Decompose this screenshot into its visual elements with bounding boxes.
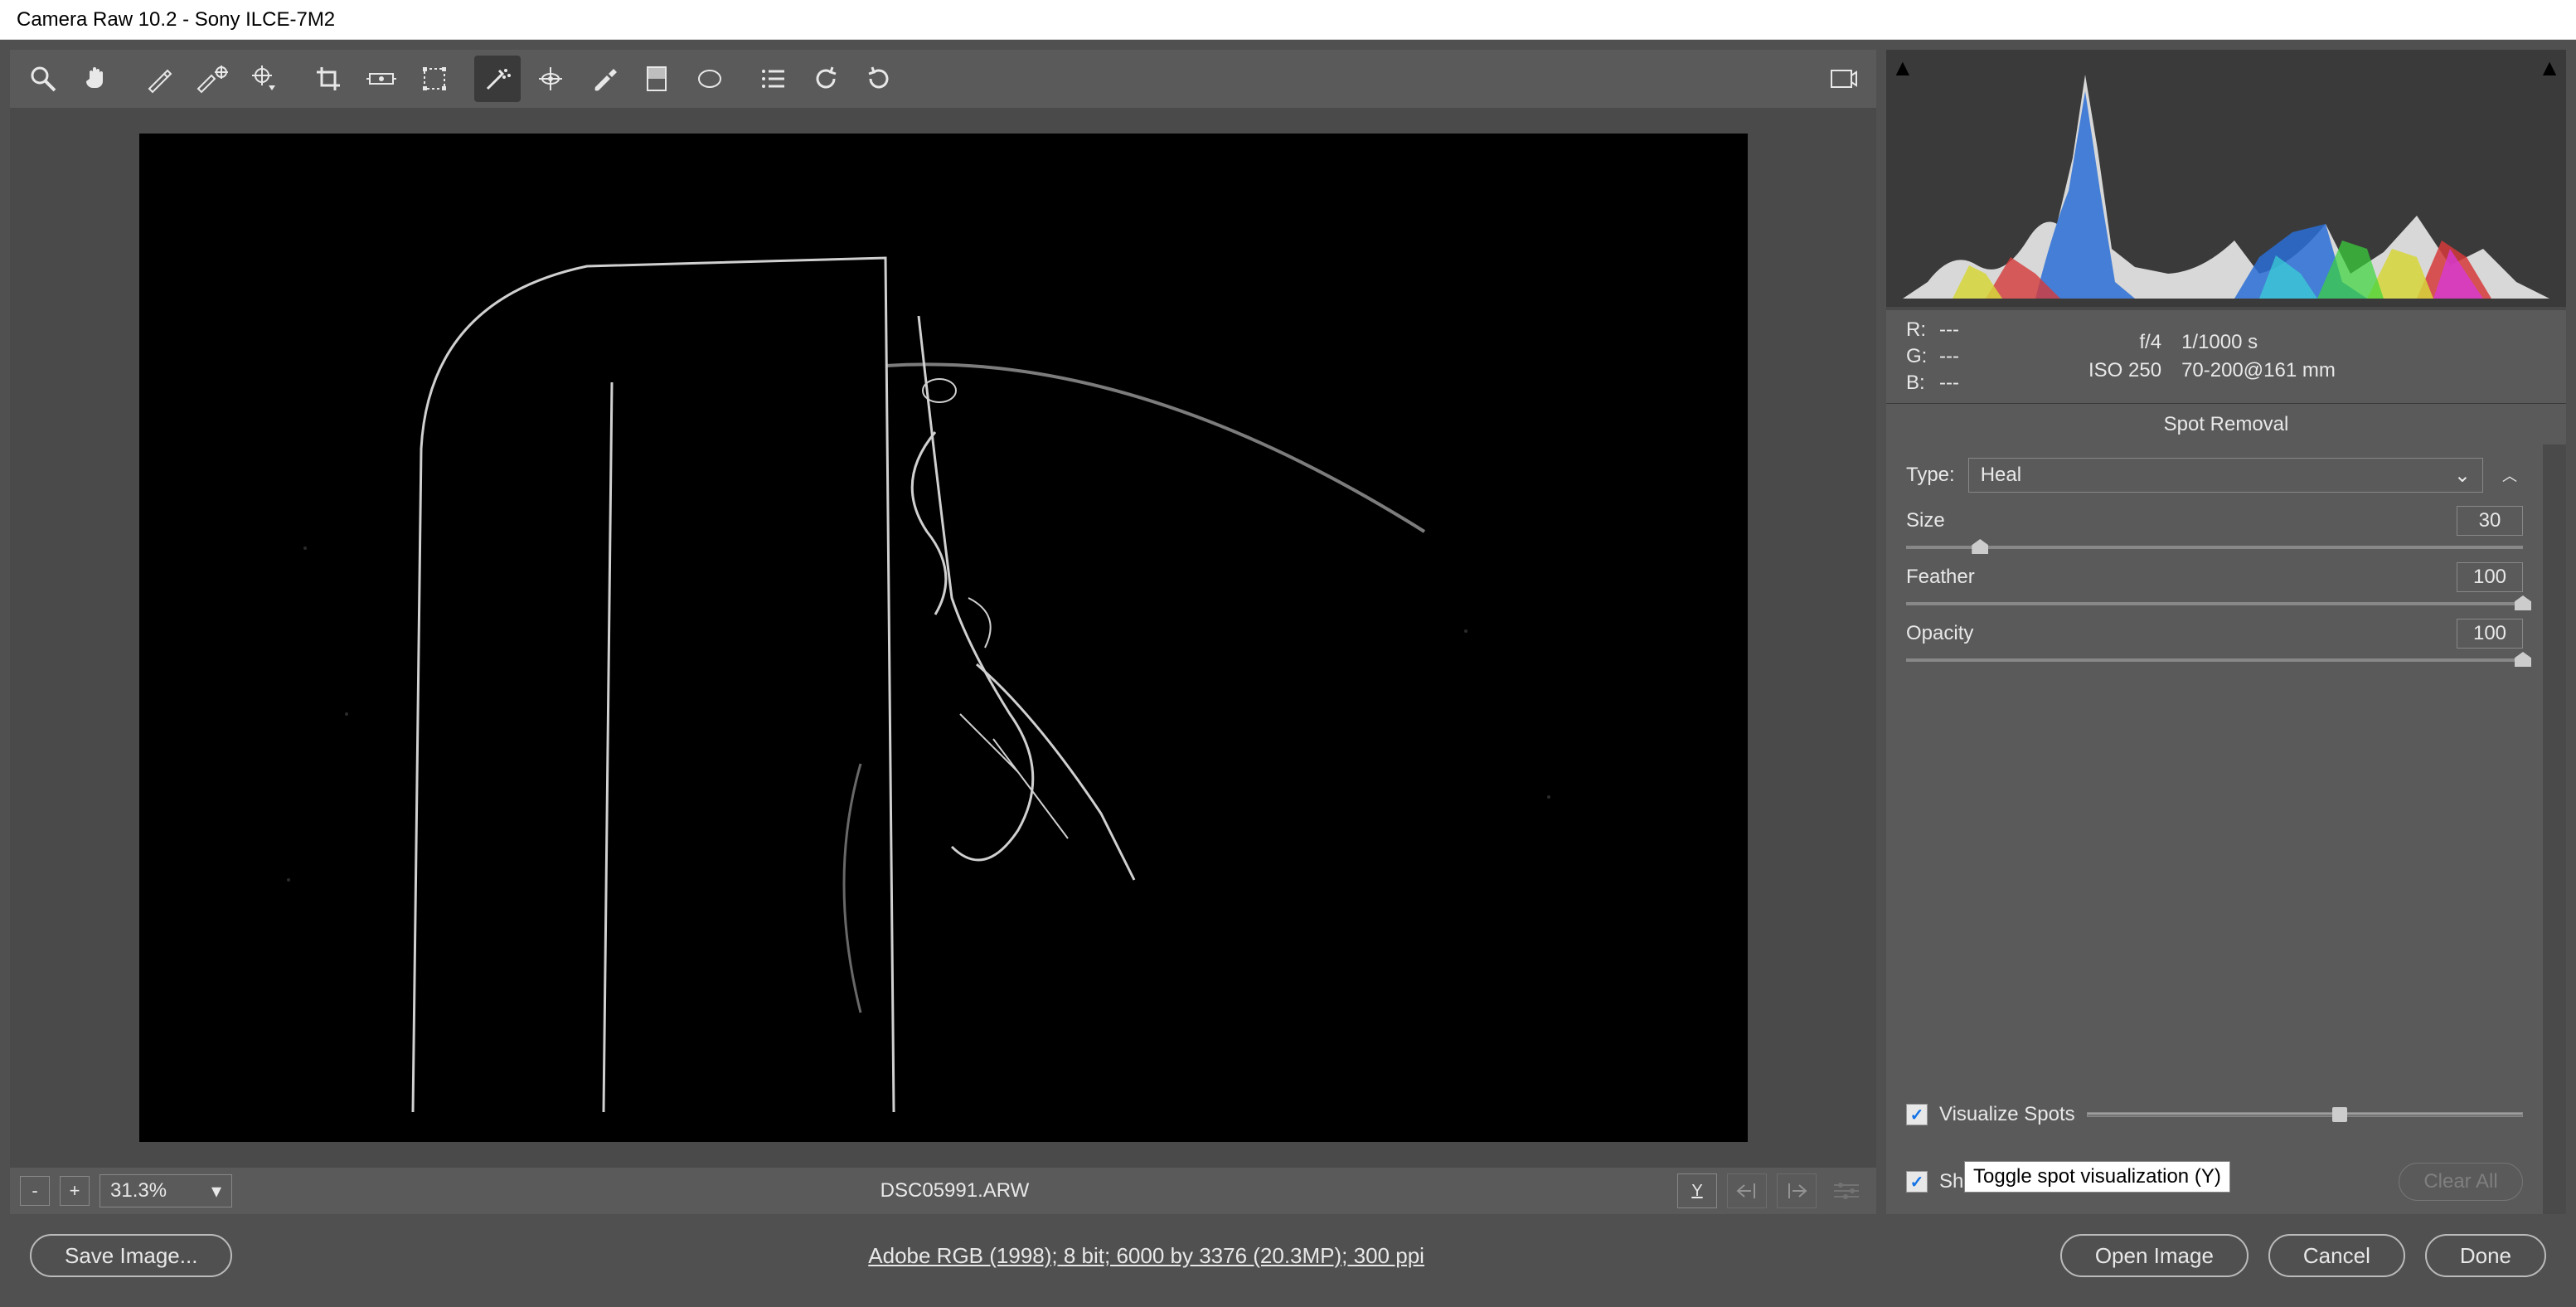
aperture-value: f/4 — [2088, 331, 2161, 354]
feather-slider[interactable] — [1906, 602, 2523, 605]
visualize-spots-checkbox[interactable]: ✓ — [1906, 1104, 1928, 1125]
histogram[interactable]: ▲ ▲ — [1886, 50, 2566, 307]
lens-value: 70-200@161 mm — [2181, 359, 2336, 382]
workarea: - + 31.3% ▾ DSC05991.ARW Y ▲ ▲ — [10, 50, 2566, 1214]
plus-icon: + — [70, 1180, 80, 1202]
filename-label: DSC05991.ARW — [242, 1179, 1667, 1203]
r-label: R: — [1906, 318, 1939, 342]
right-pane: ▲ ▲ — [1886, 50, 2566, 1214]
adjustment-brush-tool[interactable] — [580, 56, 627, 102]
visualize-threshold-slider[interactable] — [2087, 1112, 2523, 1117]
type-label: Type: — [1906, 464, 1955, 487]
zoom-in-button[interactable]: + — [60, 1176, 90, 1206]
workflow-options-link[interactable]: Adobe RGB (1998); 8 bit; 6000 by 3376 (2… — [868, 1243, 1424, 1268]
crop-tool[interactable] — [305, 56, 352, 102]
opacity-input[interactable]: 100 — [2457, 619, 2523, 649]
target-adjust-tool[interactable] — [242, 56, 289, 102]
highlight-clip-icon[interactable]: ▲ — [2538, 55, 2561, 81]
canvas-area — [10, 108, 1876, 1168]
visualize-shortcut-button[interactable]: Y — [1677, 1173, 1717, 1208]
settings-sliders-button[interactable] — [1826, 1173, 1866, 1208]
opacity-slider[interactable] — [1906, 658, 2523, 662]
red-eye-tool[interactable] — [527, 56, 574, 102]
size-slider-group: Size 30 — [1906, 506, 2523, 549]
presets-tool[interactable] — [750, 56, 796, 102]
image-preview[interactable] — [139, 134, 1748, 1142]
toolbar — [10, 50, 1876, 108]
b-label: B: — [1906, 372, 1939, 395]
panel-title: Spot Removal — [1886, 403, 2566, 445]
rotate-ccw-tool[interactable] — [803, 56, 849, 102]
b-value: --- — [1939, 372, 1989, 395]
zoom-out-button[interactable]: - — [20, 1176, 50, 1206]
opacity-label: Opacity — [1906, 622, 1973, 645]
next-image-button[interactable] — [1777, 1173, 1817, 1208]
window-title: Camera Raw 10.2 - Sony ILCE-7M2 — [17, 8, 335, 32]
collapse-panel-button[interactable]: ︿ — [2496, 458, 2523, 493]
spot-removal-tool[interactable] — [474, 56, 521, 102]
iso-value: ISO 250 — [2088, 359, 2161, 382]
status-bar: - + 31.3% ▾ DSC05991.ARW Y — [10, 1168, 1876, 1214]
r-value: --- — [1939, 318, 1989, 342]
feather-slider-group: Feather 100 — [1906, 562, 2523, 605]
main-shell: - + 31.3% ▾ DSC05991.ARW Y ▲ ▲ — [0, 40, 2576, 1307]
zoom-select[interactable]: 31.3% ▾ — [99, 1174, 232, 1207]
shutter-value: 1/1000 s — [2181, 331, 2336, 354]
app-window: Camera Raw 10.2 - Sony ILCE-7M2 — [0, 0, 2576, 1307]
g-value: --- — [1939, 345, 1989, 368]
show-overlay-checkbox[interactable]: ✓ — [1906, 1171, 1928, 1193]
spot-removal-panel: Type: Heal ⌄ ︿ Size 30 — [1886, 445, 2566, 1214]
info-readout: R:--- G:--- B:--- f/4 1/1000 s ISO 250 7… — [1886, 310, 2566, 403]
rotate-cw-tool[interactable] — [856, 56, 902, 102]
chevron-down-icon: ▾ — [211, 1179, 221, 1203]
visualize-spots-label: Visualize Spots — [1939, 1103, 2075, 1126]
type-dropdown[interactable]: Heal ⌄ — [1968, 458, 2483, 493]
size-label: Size — [1906, 509, 1945, 532]
transform-tool[interactable] — [411, 56, 458, 102]
save-image-button[interactable]: Save Image... — [30, 1234, 232, 1277]
feather-label: Feather — [1906, 566, 1975, 589]
straighten-tool[interactable] — [358, 56, 405, 102]
hand-tool[interactable] — [73, 56, 119, 102]
color-sampler-tool[interactable] — [189, 56, 235, 102]
zoom-tool[interactable] — [20, 56, 66, 102]
left-pane: - + 31.3% ▾ DSC05991.ARW Y — [10, 50, 1876, 1214]
footer: Save Image... Adobe RGB (1998); 8 bit; 6… — [10, 1214, 2566, 1297]
zoom-value: 31.3% — [110, 1179, 167, 1203]
prev-image-button[interactable] — [1727, 1173, 1767, 1208]
type-value: Heal — [1981, 464, 2021, 487]
minus-icon: - — [32, 1180, 37, 1202]
cancel-button[interactable]: Cancel — [2268, 1234, 2405, 1277]
open-image-button[interactable]: Open Image — [2060, 1234, 2249, 1277]
radial-filter-tool[interactable] — [686, 56, 733, 102]
chevron-down-icon: ⌄ — [2454, 464, 2471, 488]
graduated-filter-tool[interactable] — [633, 56, 680, 102]
fullscreen-toggle[interactable] — [1820, 56, 1866, 102]
g-label: G: — [1906, 345, 1939, 368]
opacity-slider-group: Opacity 100 — [1906, 619, 2523, 662]
done-button[interactable]: Done — [2425, 1234, 2546, 1277]
shadow-clip-icon[interactable]: ▲ — [1891, 55, 1914, 81]
clear-all-button[interactable]: Clear All — [2399, 1163, 2523, 1201]
feather-input[interactable]: 100 — [2457, 562, 2523, 592]
title-bar: Camera Raw 10.2 - Sony ILCE-7M2 — [0, 0, 2576, 40]
white-balance-tool[interactable] — [136, 56, 182, 102]
tooltip: Toggle spot visualization (Y) — [1964, 1161, 2230, 1193]
size-input[interactable]: 30 — [2457, 506, 2523, 536]
size-slider[interactable] — [1906, 546, 2523, 549]
